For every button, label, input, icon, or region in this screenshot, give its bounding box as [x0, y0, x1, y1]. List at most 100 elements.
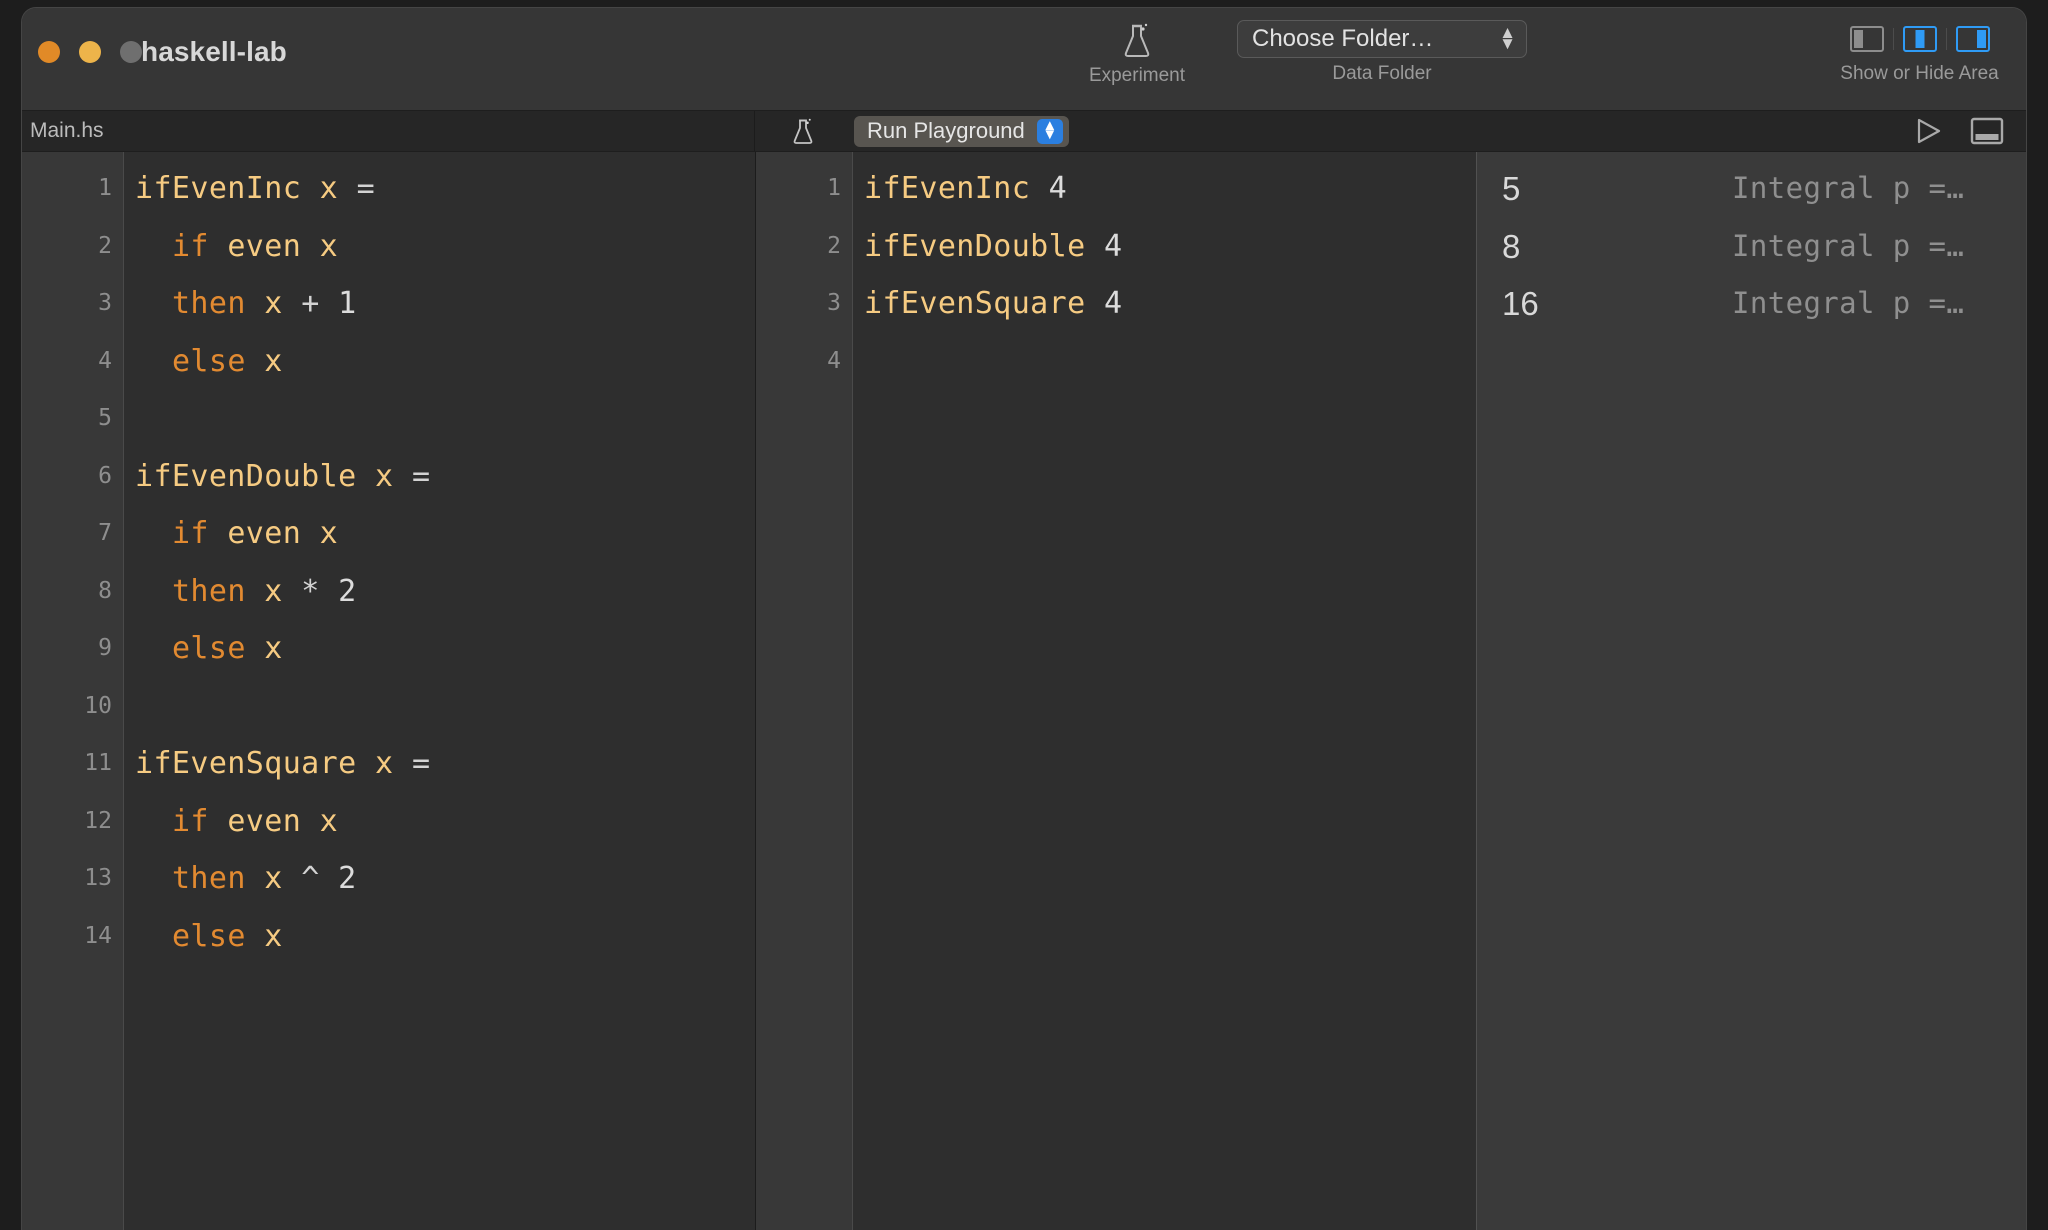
minimize-window-button[interactable]	[79, 41, 101, 63]
zoom-window-button[interactable]	[120, 41, 142, 63]
code-token: even	[227, 516, 302, 551]
editor-line-number: 12	[84, 807, 112, 834]
playground-line-number: 2	[827, 232, 841, 259]
code-token: ifEvenDouble	[864, 228, 1086, 264]
experiment-caption: Experiment	[1088, 65, 1186, 86]
console-panel-icon[interactable]	[1970, 117, 2004, 145]
toolbar-group-experiment[interactable]: Experiment	[1042, 20, 1232, 87]
center-panel-toggle-icon[interactable]	[1902, 26, 1937, 52]
editor-line-number: 11	[84, 750, 112, 776]
code-token: x	[319, 803, 339, 839]
toolbar-group-data-folder: Choose Folder… ▲ ▼ Data Folder	[1237, 20, 1527, 85]
code-token: =	[411, 458, 431, 494]
result-value: 8	[1502, 227, 1521, 265]
code-token: then	[171, 286, 246, 321]
result-value: 5	[1502, 170, 1521, 207]
code-token: if	[171, 228, 209, 264]
data-folder-caption: Data Folder	[1332, 63, 1432, 84]
code-token: ^	[301, 861, 320, 896]
editor-code-area[interactable]: ifEvenInc x = if even x then x + 1 else …	[124, 152, 755, 1230]
result-row[interactable]: 16 Integral p =…	[1477, 275, 2026, 333]
playground-pane: 1234 ifEvenInc 4 ifEvenDouble 4 ifEvenSqua…	[756, 152, 1476, 1230]
playground-code-area[interactable]: ifEvenInc 4 ifEvenDouble 4 ifEvenSquare 4	[853, 152, 1476, 1230]
editor-code-line: if even x	[124, 793, 755, 851]
editor-line-number: 9	[98, 635, 112, 661]
editor-code-line: then x * 2	[124, 563, 755, 621]
left-panel-toggle-icon[interactable]	[1849, 26, 1884, 52]
close-window-button[interactable]	[38, 41, 60, 63]
editor-line-number: 2	[98, 232, 112, 259]
playground-flask-indicator	[755, 114, 850, 148]
editor-code-line: then x + 1	[124, 275, 755, 333]
editor-code-line	[124, 390, 755, 448]
playground-line-number-gutter: 1 2 3 4	[756, 152, 853, 1230]
code-token: +	[301, 286, 320, 321]
code-token: =	[411, 746, 431, 781]
code-token: even	[227, 228, 302, 264]
code-token: *	[301, 573, 320, 609]
editor-line-number: 6	[98, 462, 112, 489]
code-token: ifEvenDouble	[135, 458, 357, 494]
run-playground-popup-button[interactable]: Run Playground ▲ ▼	[854, 115, 1069, 147]
result-row[interactable]: 5 Integral p =…	[1477, 160, 2026, 218]
code-token: then	[171, 573, 246, 609]
code-token: ifEvenInc	[135, 171, 302, 206]
result-row[interactable]: 8 Integral p =…	[1477, 218, 2026, 276]
data-folder-popup-button[interactable]: Choose Folder… ▲ ▼	[1237, 20, 1527, 58]
file-tab-main-hs[interactable]: Main.hs	[22, 111, 755, 151]
code-token: 2	[338, 861, 357, 896]
file-tab-label: Main.hs	[30, 119, 104, 142]
editor-code-line	[124, 678, 755, 736]
playground-line-number: 3	[827, 290, 841, 316]
code-token: =	[356, 171, 376, 206]
playground-line-number: 4	[827, 347, 841, 374]
code-token: x	[264, 918, 283, 954]
chevron-updown-icon: ▲ ▼	[1499, 23, 1516, 53]
editor-line-number: 13	[84, 865, 112, 891]
window-title: haskell-lab	[141, 36, 287, 67]
right-panel-toggle-icon[interactable]	[1955, 26, 1990, 52]
editor-code-line: ifEvenSquare x =	[124, 735, 755, 793]
code-token: x	[375, 458, 394, 494]
editor-code-line: else x	[124, 620, 755, 678]
main-split-view: 1 2 3 4 5 6 7 8 9 10 11 12 13 14 ifEvenInc x = if eve…	[22, 152, 2026, 1230]
code-token: 2	[338, 573, 357, 609]
play-triangle-icon[interactable]	[1914, 117, 1944, 145]
show-hide-area-caption: Show or Hide Area	[1840, 63, 1999, 84]
code-token: x	[264, 861, 283, 896]
code-token: 4	[1104, 228, 1123, 264]
editor-line-number: 14	[84, 922, 112, 949]
code-token: if	[171, 803, 209, 839]
chevron-updown-icon: ▲ ▼	[1036, 118, 1063, 144]
code-token: ifEvenInc	[864, 171, 1031, 206]
code-token: x	[319, 171, 339, 206]
playground-code-line: ifEvenSquare 4	[853, 275, 1476, 333]
flask-icon	[793, 118, 812, 144]
result-type: Integral p =…	[1732, 286, 1965, 320]
toolbar-divider	[1945, 28, 1947, 50]
editor-line-number: 10	[84, 692, 112, 719]
code-token: if	[171, 516, 209, 551]
code-token: ifEvenSquare	[864, 286, 1086, 321]
result-value: 16	[1502, 285, 1539, 322]
code-token: x	[264, 573, 283, 609]
toolbar-group-show-hide-area: Show or Hide Area	[1812, 20, 2026, 85]
